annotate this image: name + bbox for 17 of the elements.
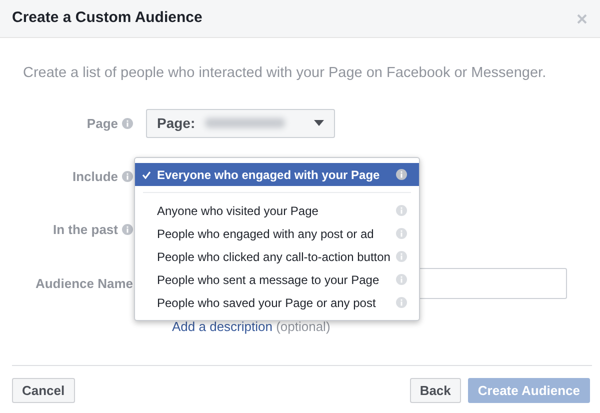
add-description-link[interactable]: Add a description	[172, 318, 272, 334]
optional-note: (optional)	[276, 318, 330, 334]
page-select[interactable]: Page:	[146, 108, 335, 138]
secondary-button[interactable]: Back	[410, 378, 461, 403]
description-text: Create a list of people who interacted with your Page on Facebook or Messenger.	[23, 64, 548, 83]
dialog-title: Create a Custom Audience	[12, 8, 202, 28]
field-label: Include	[72, 168, 118, 186]
dropdown-option[interactable]: Anyone who visited your Page	[135, 199, 419, 222]
dropdown-option[interactable]: People who engaged with any post or ad	[135, 222, 419, 245]
dropdown-option[interactable]: People who saved your Page or any post	[135, 291, 419, 314]
secondary-button[interactable]: Cancel	[12, 378, 75, 403]
field-label: In the past	[52, 220, 118, 239]
dropdown-option[interactable]: People who sent a message to your Page	[135, 268, 419, 291]
field-label: Audience Name	[35, 274, 133, 292]
dropdown-option[interactable]: Everyone who engaged with your Page	[135, 163, 419, 186]
dropdown-option[interactable]: People who clicked any call-to-action button	[135, 245, 419, 268]
field-label: Page	[86, 114, 118, 133]
